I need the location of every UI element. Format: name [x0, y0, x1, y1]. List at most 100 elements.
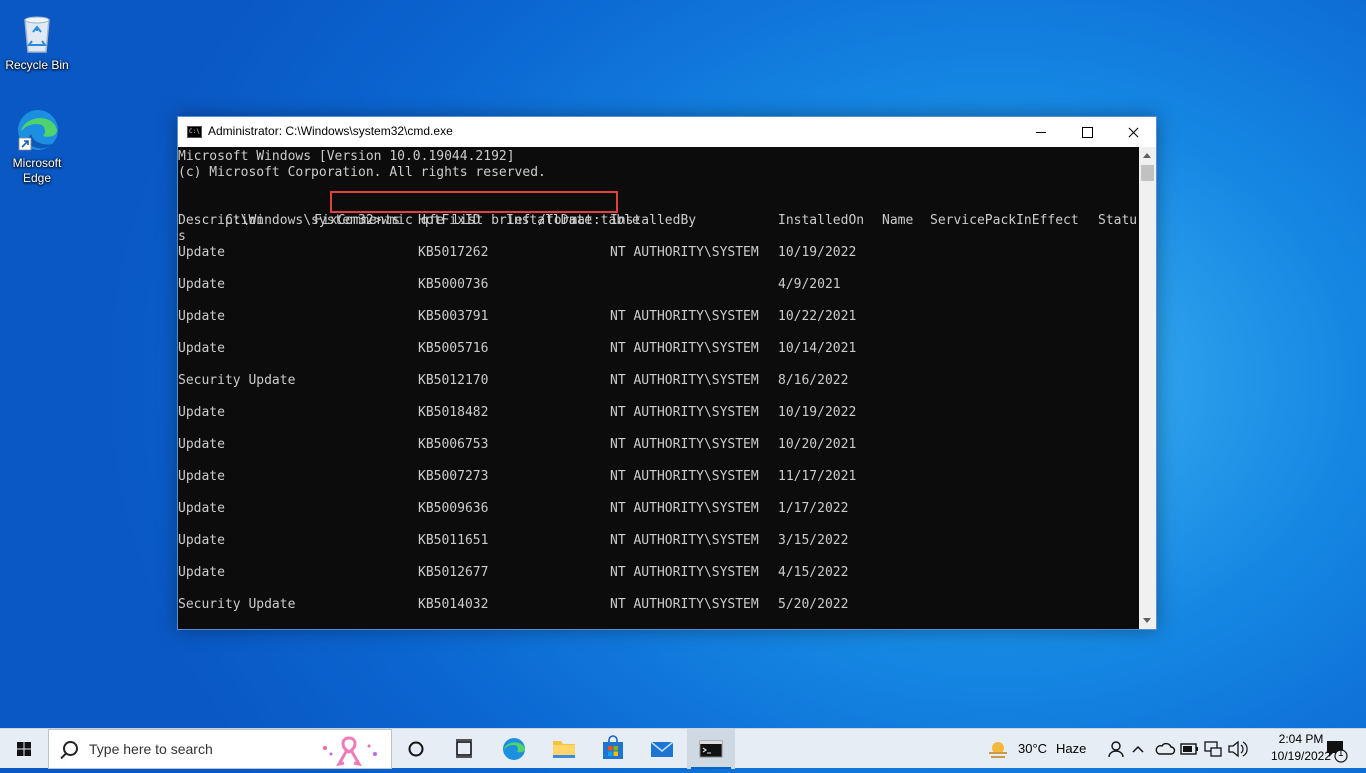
- taskbar-edge-button[interactable]: [490, 729, 538, 769]
- weather-widget[interactable]: 30°C Haze: [982, 729, 1092, 769]
- maximize-button[interactable]: [1064, 117, 1110, 147]
- show-hidden-icons-button[interactable]: [1128, 729, 1148, 769]
- task-view-button[interactable]: [440, 729, 488, 769]
- table-row: Update KB5009636 NT AUTHORITY\SYSTEM 1/17/2…: [178, 501, 1138, 517]
- window-title: Administrator: C:\Windows\system32\cmd.e…: [208, 124, 453, 138]
- row-hotfix-id: KB5017262: [418, 245, 489, 260]
- row-hotfix-id: KB5014032: [418, 597, 489, 612]
- taskbar-file-explorer-button[interactable]: [540, 729, 588, 769]
- task-view-cortana-button[interactable]: [392, 729, 440, 769]
- row-installed-by: NT AUTHORITY\SYSTEM: [610, 437, 759, 452]
- desktop-icon-microsoft-edge[interactable]: Microsoft Edge: [0, 106, 74, 186]
- taskbar-store-button[interactable]: [589, 729, 637, 769]
- row-hotfix-id: KB5009636: [418, 501, 489, 516]
- network-tray-button[interactable]: [1202, 729, 1224, 769]
- scroll-down-arrow-icon[interactable]: [1139, 612, 1156, 629]
- row-installed-by: NT AUTHORITY\SYSTEM: [610, 501, 759, 516]
- row-installed-by: NT AUTHORITY\SYSTEM: [610, 469, 759, 484]
- taskbar-cmd-button[interactable]: [687, 729, 735, 769]
- column-header: Description: [178, 213, 265, 228]
- row-hotfix-id: KB5012170: [418, 373, 489, 388]
- table-row: Update KB5011651 NT AUTHORITY\SYSTEM 3/15/2…: [178, 533, 1138, 549]
- row-description: Update: [178, 501, 225, 516]
- row-installed-on: 10/22/2021: [778, 309, 857, 324]
- row-description: Update: [178, 405, 225, 420]
- column-header: InstalledBy: [610, 213, 697, 228]
- row-installed-by: NT AUTHORITY\SYSTEM: [610, 405, 759, 420]
- row-installed-on: 3/15/2022: [778, 533, 849, 548]
- taskbar-mail-button[interactable]: [638, 729, 686, 769]
- haze-sun-icon: [989, 742, 1007, 758]
- scroll-up-arrow-icon[interactable]: [1139, 147, 1156, 164]
- column-header: FixComments: [314, 213, 401, 228]
- task-view-icon: [456, 739, 472, 758]
- row-installed-on: 10/19/2022: [778, 245, 857, 260]
- search-icon: [63, 741, 78, 756]
- windows-logo-icon: [17, 742, 31, 756]
- minimize-button[interactable]: [1018, 117, 1064, 147]
- row-installed-on: 4/9/2021: [778, 277, 841, 292]
- desktop-icon-recycle-bin[interactable]: Recycle Bin: [0, 8, 74, 73]
- row-hotfix-id: KB5018482: [418, 405, 489, 420]
- row-installed-by: NT AUTHORITY\SYSTEM: [610, 565, 759, 580]
- row-installed-on: 5/20/2022: [778, 597, 849, 612]
- table-row: Update KB5006753 NT AUTHORITY\SYSTEM 10/20/…: [178, 437, 1138, 453]
- table-row: Update KB5018482 NT AUTHORITY\SYSTEM 10/19/…: [178, 405, 1138, 421]
- scroll-thumb[interactable]: [1141, 165, 1154, 181]
- row-description: Update: [178, 565, 225, 580]
- edge-icon: [503, 738, 525, 760]
- column-header: Statu: [1098, 213, 1138, 228]
- command-prompt-icon: [699, 740, 723, 758]
- action-center-button[interactable]: 1: [1318, 729, 1354, 769]
- column-header: HotFixID: [418, 213, 481, 228]
- row-hotfix-id: KB5005716: [418, 341, 489, 356]
- row-installed-on: 1/17/2022: [778, 501, 849, 516]
- row-hotfix-id: KB5006753: [418, 437, 489, 452]
- volume-tray-button[interactable]: [1226, 729, 1248, 769]
- table-row: Update KB5005716 NT AUTHORITY\SYSTEM 10/14/…: [178, 341, 1138, 357]
- store-bag-icon: [603, 735, 623, 759]
- row-description: Update: [178, 277, 225, 292]
- column-header: Name: [882, 213, 914, 228]
- console-output[interactable]: Microsoft Windows [Version 10.0.19044.21…: [178, 147, 1139, 629]
- desktop-icon-label: Recycle Bin: [5, 58, 69, 72]
- column-header: ServicePackInEffect: [930, 213, 1079, 228]
- row-installed-by: NT AUTHORITY\SYSTEM: [610, 597, 759, 612]
- row-hotfix-id: KB5000736: [418, 277, 489, 292]
- battery-tray-button[interactable]: [1178, 729, 1200, 769]
- recycle-bin-icon: [13, 8, 61, 56]
- title-bar[interactable]: Administrator: C:\Windows\system32\cmd.e…: [178, 117, 1156, 147]
- table-row: Security Update KB5014032 NT AUTHORITY\SYS…: [178, 597, 1138, 613]
- edge-icon: [13, 106, 61, 154]
- search-placeholder: Type here to search: [89, 741, 213, 757]
- onedrive-tray-button[interactable]: [1154, 729, 1176, 769]
- table-row: Update KB5007273 NT AUTHORITY\SYSTEM 11/17/…: [178, 469, 1138, 485]
- cmd-window[interactable]: Administrator: C:\Windows\system32\cmd.e…: [177, 116, 1157, 630]
- row-installed-by: NT AUTHORITY\SYSTEM: [610, 245, 759, 260]
- close-button[interactable]: [1110, 117, 1156, 147]
- console-header-line: Microsoft Windows [Version 10.0.19044.21…: [178, 149, 515, 164]
- taskbar-search-box[interactable]: Type here to search: [48, 729, 392, 769]
- network-ethernet-icon: [1204, 741, 1222, 757]
- desktop-icon-label: Microsoft Edge: [12, 156, 62, 185]
- column-header: InstallDate: [506, 213, 593, 228]
- mail-icon: [650, 741, 674, 757]
- row-installed-by: NT AUTHORITY\SYSTEM: [610, 341, 759, 356]
- battery-icon: [1180, 743, 1198, 755]
- start-button[interactable]: [0, 729, 48, 769]
- row-installed-by: NT AUTHORITY\SYSTEM: [610, 533, 759, 548]
- row-description: Update: [178, 469, 225, 484]
- weather-condition: Haze: [1056, 741, 1087, 756]
- console-header-line: (c) Microsoft Corporation. All rights re…: [178, 165, 546, 180]
- vertical-scrollbar[interactable]: [1139, 147, 1156, 629]
- row-description: Update: [178, 437, 225, 452]
- row-hotfix-id: KB5012677: [418, 565, 489, 580]
- row-installed-by: NT AUTHORITY\SYSTEM: [610, 309, 759, 324]
- row-description: Update: [178, 309, 225, 324]
- command-highlight-box: [330, 191, 618, 213]
- cmd-app-icon: [187, 126, 202, 138]
- table-row: Update KB5012677 NT AUTHORITY\SYSTEM 4/15/2…: [178, 565, 1138, 581]
- people-tray-button[interactable]: [1106, 729, 1126, 769]
- cloud-icon: [1155, 742, 1176, 755]
- table-row: Update KB5000736 4/9/2021: [178, 277, 1138, 293]
